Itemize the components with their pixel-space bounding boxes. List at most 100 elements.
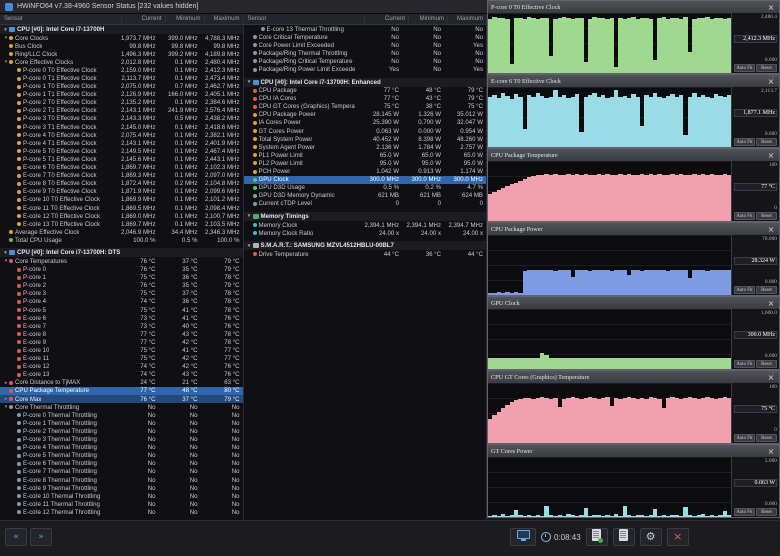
collapse-arrow-icon[interactable]: ▾ (246, 79, 253, 85)
sensor-row[interactable]: P-core 5 T0 Effective Clock 2,149.5 MHz 0.… (0, 147, 243, 155)
sensor-row[interactable]: P-core 3 T1 Effective Clock 2,145.0 MHz 0.… (0, 123, 243, 131)
sensor-row[interactable]: E-core 13 Thermal Throttling No No No (244, 25, 487, 33)
column-header-current[interactable]: Current (120, 16, 165, 22)
sensor-row[interactable]: P-core 0 T0 Effective Clock 2,159.0 MHz 0.… (0, 66, 243, 74)
sensor-row[interactable]: Memory Clock 2,394.1 MHz 2,394.1 MHz 2,394.… (244, 221, 487, 229)
reset-button[interactable]: Reset (756, 360, 777, 368)
graph-title-bar[interactable]: GT Cores Power × (488, 445, 779, 457)
graph-close-icon[interactable]: × (766, 299, 776, 308)
auto-fit-button[interactable]: Auto Fit (734, 64, 755, 72)
reset-button[interactable]: Reset (756, 138, 777, 146)
sensor-row[interactable]: E-core 12 Thermal Throttling No No No (0, 508, 243, 516)
sensor-row[interactable]: P-core 5 75 °C 41 °C 78 °C (0, 306, 243, 314)
column-header-maximum[interactable]: Maximum (447, 16, 486, 22)
settings-button[interactable]: ⚙ (639, 528, 662, 546)
sensor-row[interactable]: P-core 2 Thermal Throttling No No No (0, 427, 243, 435)
sensor-row[interactable]: P-core 5 T1 Effective Clock 2,145.6 MHz 0.… (0, 155, 243, 163)
graph-close-icon[interactable]: × (766, 225, 776, 234)
graph-title-bar[interactable]: E-core 6 T0 Effective Clock × (488, 75, 779, 87)
sensor-row[interactable]: P-core 1 75 °C 36 °C 78 °C (0, 274, 243, 282)
remote-monitor-button[interactable] (510, 528, 536, 546)
collapse-arrow-icon[interactable]: ▾ (246, 243, 253, 249)
collapse-panels-button[interactable]: « (5, 528, 27, 546)
graph-title-bar[interactable]: CPU Package Temperature × (488, 149, 779, 161)
graph-title-bar[interactable]: GPU Clock × (488, 297, 779, 309)
sensor-row[interactable]: GPU D3D Usage 0.5 % 0.2 % 4.7 % (244, 184, 487, 192)
auto-fit-button[interactable]: Auto Fit (734, 138, 755, 146)
sensor-row[interactable]: P-core 1 T1 Effective Clock 2,126.9 MHz 16… (0, 91, 243, 99)
column-header-maximum[interactable]: Maximum (203, 16, 243, 22)
sensor-row[interactable]: PCH Power 1.042 W 0.913 W 1.174 W (244, 168, 487, 176)
auto-fit-button[interactable]: Auto Fit (734, 286, 755, 294)
sensor-section-header[interactable]: ▾ Memory Timings (243, 211, 486, 221)
table-header[interactable]: Sensor Current Minimum Maximum (243, 14, 486, 25)
sensor-row[interactable]: ▸ Core Distance to TjMAX 24 °C 21 °C 63 °C (0, 379, 243, 387)
graph-title-bar[interactable]: P-core 0 T0 Effective Clock × (488, 1, 779, 13)
sensor-row[interactable]: P-core 0 76 °C 35 °C 79 °C (0, 266, 243, 274)
sensor-row[interactable]: E-core 10 T0 Effective Clock 1,869.9 MHz 0… (0, 196, 243, 204)
sensor-row[interactable]: Current cTDP Level 0 0 0 (244, 200, 487, 208)
sensor-row[interactable]: E-core 12 T0 Effective Clock 1,869.0 MHz 0… (0, 212, 243, 220)
sensor-row[interactable]: GPU D3D Memory Dynamic 621 MB 621 MB 624 MB (244, 192, 487, 200)
sensor-row[interactable]: ▾ Core Thermal Throttling No No No (0, 403, 243, 411)
auto-fit-button[interactable]: Auto Fit (734, 360, 755, 368)
sensor-row[interactable]: Package/Ring Critical Temperature No No No (244, 57, 487, 65)
sensor-row[interactable]: IA Cores Power 25.390 W 0.700 W 32.047 W (244, 119, 487, 127)
sensor-row[interactable]: Ring/LLC Clock 1,496.3 MHz 399.2 MHz 4,189.… (0, 50, 243, 58)
sensor-row[interactable]: CPU IA Cores 77 °C 43 °C 79 °C (244, 95, 487, 103)
sensor-row[interactable]: P-core 0 Thermal Throttling No No No (0, 411, 243, 419)
sensor-row[interactable]: P-core 4 Thermal Throttling No No No (0, 444, 243, 452)
graph-close-icon[interactable]: × (766, 3, 776, 12)
column-header-sensor[interactable]: Sensor (0, 16, 121, 22)
sensor-row[interactable]: P-core 2 76 °C 35 °C 79 °C (0, 282, 243, 290)
sensor-row[interactable]: E-core 7 T0 Effective Clock 1,869.3 MHz 0.… (0, 172, 243, 180)
collapse-arrow-icon[interactable]: ▾ (246, 213, 253, 219)
sensor-row[interactable]: Average Effective Clock 2,046.9 MHz 34.4 M… (0, 228, 243, 236)
sensor-row[interactable]: E-core 6 Thermal Throttling No No No (0, 460, 243, 468)
logging-start-button[interactable] (585, 528, 608, 546)
sensor-section-header[interactable]: ▾ S.M.A.R.T.: SAMSUNG MZVL4512HBLU-00BL7 (243, 241, 486, 251)
sensor-row[interactable]: ▸ Core Max 76 °C 37 °C 79 °C (0, 395, 243, 404)
collapse-arrow-icon[interactable]: ▾ (2, 250, 9, 256)
sensor-row[interactable]: CPU Package Temperature 77 °C 48 °C 80 °C (0, 386, 243, 396)
reset-button[interactable]: Reset (756, 286, 777, 294)
report-button[interactable] (612, 528, 635, 546)
sensor-row[interactable]: E-core 8 77 °C 43 °C 78 °C (0, 330, 243, 338)
sensor-row[interactable]: E-core 10 Thermal Throttling No No No (0, 492, 243, 500)
sensor-row[interactable]: P-core 3 T0 Effective Clock 2,143.3 MHz 0.… (0, 115, 243, 123)
sensor-row[interactable]: ▾ Core Effective Clocks 2,012.8 MHz 0.1 MHz… (0, 58, 243, 66)
sensor-row[interactable]: E-core 9 T0 Effective Clock 1,871.9 MHz 0.… (0, 188, 243, 196)
expand-panels-button[interactable]: » (30, 528, 52, 546)
sensor-row[interactable]: Package/Ring Thermal Throttling No No No (244, 49, 487, 57)
sensor-row[interactable]: E-core 11 75 °C 42 °C 77 °C (0, 355, 243, 363)
sensor-row[interactable]: E-core 11 T0 Effective Clock 1,869.5 MHz 0… (0, 204, 243, 212)
sensor-row[interactable]: P-core 2 T1 Effective Clock 2,143.1 MHz 24… (0, 107, 243, 115)
sensor-row[interactable]: E-core 10 75 °C 41 °C 77 °C (0, 346, 243, 354)
sensor-row[interactable]: Drive Temperature 44 °C 36 °C 44 °C (244, 250, 487, 258)
sensor-row[interactable]: ▾ Core Clocks 1,973.7 MHz 399.0 MHz 4,788.3 … (0, 34, 243, 42)
close-sensors-button[interactable]: × (666, 528, 689, 546)
reset-button[interactable]: Reset (756, 434, 777, 442)
sensor-row[interactable]: Memory Clock Ratio 24.00 x 24.00 x 24.00 x (244, 229, 487, 237)
sensor-row[interactable]: P-core 1 Thermal Throttling No No No (0, 419, 243, 427)
graph-close-icon[interactable]: × (766, 447, 776, 456)
table-header[interactable]: Sensor Current Minimum Maximum (0, 14, 243, 25)
sensor-row[interactable]: CPU GT Cores (Graphics) Temperature 75 °C… (244, 103, 487, 111)
sensor-row[interactable]: Total CPU Usage 100.0 % 0.5 % 100.0 % (0, 236, 243, 244)
graph-title-bar[interactable]: CPU Package Power × (488, 223, 779, 235)
sensor-row[interactable]: PL2 Power Limit 95.0 W 95.0 W 95.0 W (244, 159, 487, 167)
sensor-row[interactable]: E-core 8 Thermal Throttling No No No (0, 476, 243, 484)
sensor-row[interactable]: E-core 8 T0 Effective Clock 1,872.4 MHz 0.… (0, 180, 243, 188)
sensor-row[interactable]: P-core 3 Thermal Throttling No No No (0, 436, 243, 444)
sensor-row[interactable]: Bus Clock 99.8 MHz 99.8 MHz 99.8 MHz (0, 42, 243, 50)
sensor-row[interactable]: Core Power Limit Exceeded No No Yes (244, 41, 487, 49)
sensor-row[interactable]: Total System Power 40.452 W 8.398 W 48.260 … (244, 135, 487, 143)
column-header-minimum[interactable]: Minimum (164, 16, 204, 22)
column-header-current[interactable]: Current (364, 16, 408, 22)
column-header-minimum[interactable]: Minimum (408, 16, 447, 22)
sensor-row[interactable]: Core Critical Temperature No No No (244, 33, 487, 41)
sensor-section-header[interactable]: ▾ CPU [#0]: Intel Core i7-13700H (0, 25, 243, 34)
sensor-row[interactable]: P-core 1 T0 Effective Clock 2,075.0 MHz 0.… (0, 83, 243, 91)
collapse-arrow-icon[interactable]: ▾ (2, 27, 9, 33)
sensor-section-header[interactable]: ▾ CPU [#0]: Intel Core i7-13700H: Enhance… (243, 77, 486, 87)
